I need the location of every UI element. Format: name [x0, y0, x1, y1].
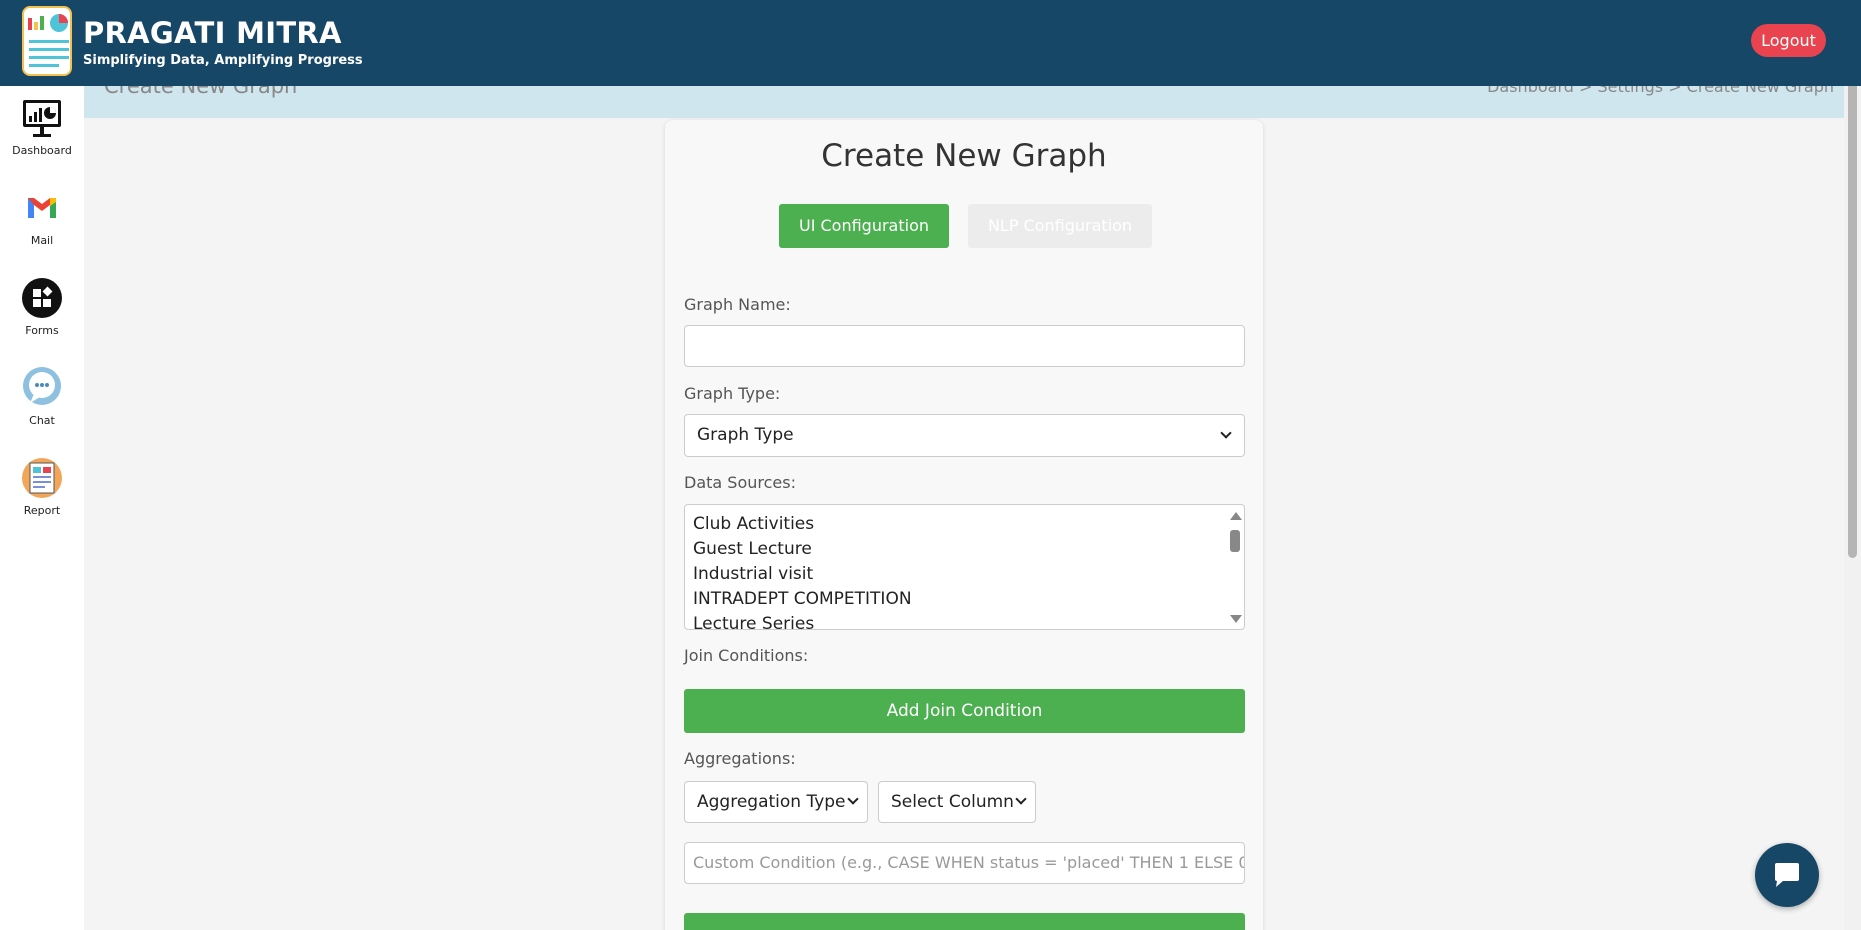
- aggregation-type-value: Aggregation Type: [697, 792, 846, 812]
- add-aggregation-button[interactable]: [684, 913, 1245, 930]
- sidebar-item-label: Forms: [25, 324, 59, 337]
- list-item[interactable]: INTRADEPT COMPETITION: [693, 589, 912, 609]
- forms-icon: [20, 276, 64, 320]
- graph-name-input[interactable]: [684, 325, 1245, 367]
- list-item[interactable]: Guest Lecture: [693, 539, 812, 559]
- sidebar-item-mail[interactable]: Mail: [0, 186, 84, 247]
- chevron-down-icon: [847, 793, 859, 805]
- graph-name-label: Graph Name:: [684, 295, 791, 314]
- chat-widget-button[interactable]: [1755, 843, 1819, 907]
- scroll-down-icon[interactable]: [1230, 615, 1242, 623]
- list-item[interactable]: Lecture Series: [693, 614, 814, 629]
- select-column-select[interactable]: Select Column: [878, 781, 1036, 823]
- tab-ui-configuration[interactable]: UI Configuration: [779, 204, 949, 248]
- top-header: PRAGATI MITRA Simplifying Data, Amplifyi…: [0, 0, 1861, 86]
- sidebar-item-forms[interactable]: Forms: [0, 276, 84, 337]
- sidebar-item-label: Chat: [29, 414, 55, 427]
- app-tagline: Simplifying Data, Amplifying Progress: [83, 53, 363, 68]
- chevron-down-icon: [1015, 793, 1027, 805]
- chevron-down-icon: [1220, 427, 1232, 439]
- custom-condition-input[interactable]: Custom Condition (e.g., CASE WHEN status…: [684, 842, 1245, 884]
- sidebar-item-dashboard[interactable]: Dashboard: [0, 96, 84, 157]
- form-title: Create New Graph: [821, 138, 1107, 174]
- tab-nlp-configuration[interactable]: NLP Configuration: [968, 204, 1152, 248]
- app-title: PRAGATI MITRA: [83, 16, 342, 50]
- chat-bubble-icon: [1755, 863, 1819, 911]
- page-header: Create New Graph Dashboard > Settings > …: [84, 86, 1844, 118]
- page-scrollbar[interactable]: [1844, 0, 1861, 930]
- scroll-up-icon[interactable]: [1230, 512, 1242, 520]
- aggregation-type-select[interactable]: Aggregation Type: [684, 781, 868, 823]
- create-graph-card: Create New Graph UI Configuration NLP Co…: [665, 120, 1263, 930]
- sidebar-item-chat[interactable]: Chat: [0, 366, 84, 427]
- graph-type-value: Graph Type: [697, 425, 794, 445]
- list-item[interactable]: Club Activities: [693, 514, 814, 534]
- data-sources-label: Data Sources:: [684, 473, 796, 492]
- join-conditions-label: Join Conditions:: [684, 646, 809, 665]
- select-column-value: Select Column: [891, 792, 1014, 812]
- sidebar: Dashboard Mail Forms Chat Report: [0, 86, 84, 930]
- list-scrollbar[interactable]: [1228, 507, 1242, 627]
- graph-type-select[interactable]: Graph Type: [684, 414, 1245, 457]
- gmail-icon: [20, 186, 64, 230]
- aggregations-label: Aggregations:: [684, 749, 796, 768]
- breadcrumb[interactable]: Dashboard > Settings > Create New Graph: [1487, 86, 1834, 96]
- scroll-thumb[interactable]: [1230, 530, 1240, 552]
- dashboard-icon: [20, 96, 64, 140]
- sidebar-item-label: Dashboard: [12, 144, 72, 157]
- sidebar-item-label: Report: [23, 504, 61, 517]
- report-icon: [20, 456, 64, 500]
- logout-button[interactable]: Logout: [1751, 24, 1826, 57]
- add-join-condition-button[interactable]: Add Join Condition: [684, 689, 1245, 733]
- graph-type-label: Graph Type:: [684, 384, 781, 403]
- sidebar-item-label: Mail: [30, 234, 54, 247]
- scroll-thumb[interactable]: [1848, 28, 1857, 558]
- chat-icon: [20, 366, 64, 410]
- app-logo: [22, 6, 72, 76]
- sidebar-item-report[interactable]: Report: [0, 456, 84, 517]
- data-sources-list[interactable]: Club Activities Guest Lecture Industrial…: [684, 504, 1245, 630]
- page-title: Create New Graph: [104, 86, 298, 98]
- list-item[interactable]: Industrial visit: [693, 564, 813, 584]
